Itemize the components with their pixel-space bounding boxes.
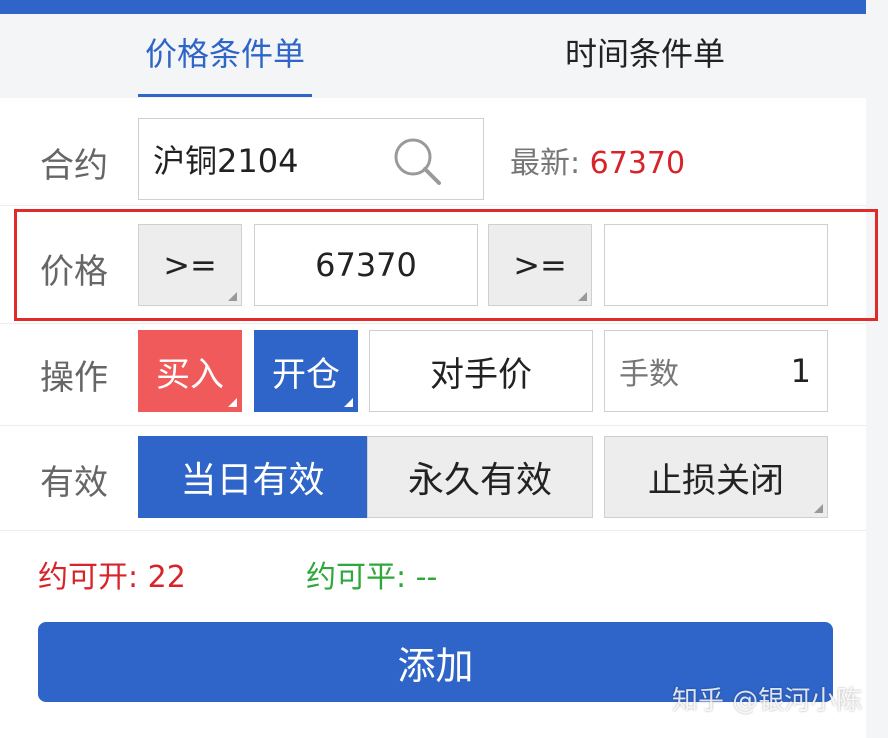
available-open-label: 约可开: xyxy=(38,560,139,595)
quantity-label: 手数 xyxy=(619,357,679,392)
active-tab-indicator xyxy=(138,94,312,97)
quantity-value: 1 xyxy=(790,352,811,390)
tab-price-condition[interactable]: 价格条件单 xyxy=(138,14,312,98)
open-close-toggle[interactable]: 开仓 xyxy=(254,330,358,412)
tab-bar: 价格条件单 时间条件单 xyxy=(0,14,866,98)
validity-label: 有效 xyxy=(40,463,108,503)
available-close: 约可平: -- xyxy=(306,552,437,596)
row-divider xyxy=(0,425,866,426)
direction-value: 买入 xyxy=(156,354,224,395)
available-close-value: -- xyxy=(415,560,438,595)
latest-price-label: 最新: xyxy=(510,146,581,181)
available-open: 约可开: 22 xyxy=(38,552,186,596)
available-open-value: 22 xyxy=(147,560,186,595)
row-divider xyxy=(0,323,866,324)
validity-permanent-button[interactable]: 永久有效 xyxy=(367,436,593,518)
offset-value: 开仓 xyxy=(272,354,340,395)
dropdown-corner-icon xyxy=(344,398,353,407)
stop-loss-value: 止损关闭 xyxy=(648,460,784,501)
dropdown-corner-icon xyxy=(814,504,823,513)
highlight-frame xyxy=(14,209,878,321)
top-header-bar xyxy=(0,0,866,14)
validity-today-label: 当日有效 xyxy=(180,460,325,501)
latest-price: 最新: 67370 xyxy=(510,138,685,182)
operation-label: 操作 xyxy=(40,358,108,398)
quantity-input[interactable]: 手数 1 xyxy=(604,330,828,412)
price-type-select[interactable]: 对手价 xyxy=(369,330,593,412)
contract-label: 合约 xyxy=(40,146,108,186)
buy-sell-toggle[interactable]: 买入 xyxy=(138,330,242,412)
latest-price-value: 67370 xyxy=(589,146,686,181)
contract-input[interactable]: 沪铜2104 xyxy=(138,118,484,200)
validity-today-button[interactable]: 当日有效 xyxy=(138,436,367,518)
contract-value: 沪铜2104 xyxy=(153,142,299,180)
row-divider xyxy=(0,530,866,531)
stop-loss-select[interactable]: 止损关闭 xyxy=(604,436,828,518)
row-divider xyxy=(0,205,866,206)
price-type-value: 对手价 xyxy=(430,354,532,395)
validity-permanent-label: 永久有效 xyxy=(407,460,552,501)
dropdown-corner-icon xyxy=(228,398,237,407)
search-icon[interactable] xyxy=(391,135,445,189)
tab-time-condition[interactable]: 时间条件单 xyxy=(540,14,750,98)
watermark: 知乎 @银河小陈 xyxy=(672,686,863,716)
available-close-label: 约可平: xyxy=(306,560,407,595)
